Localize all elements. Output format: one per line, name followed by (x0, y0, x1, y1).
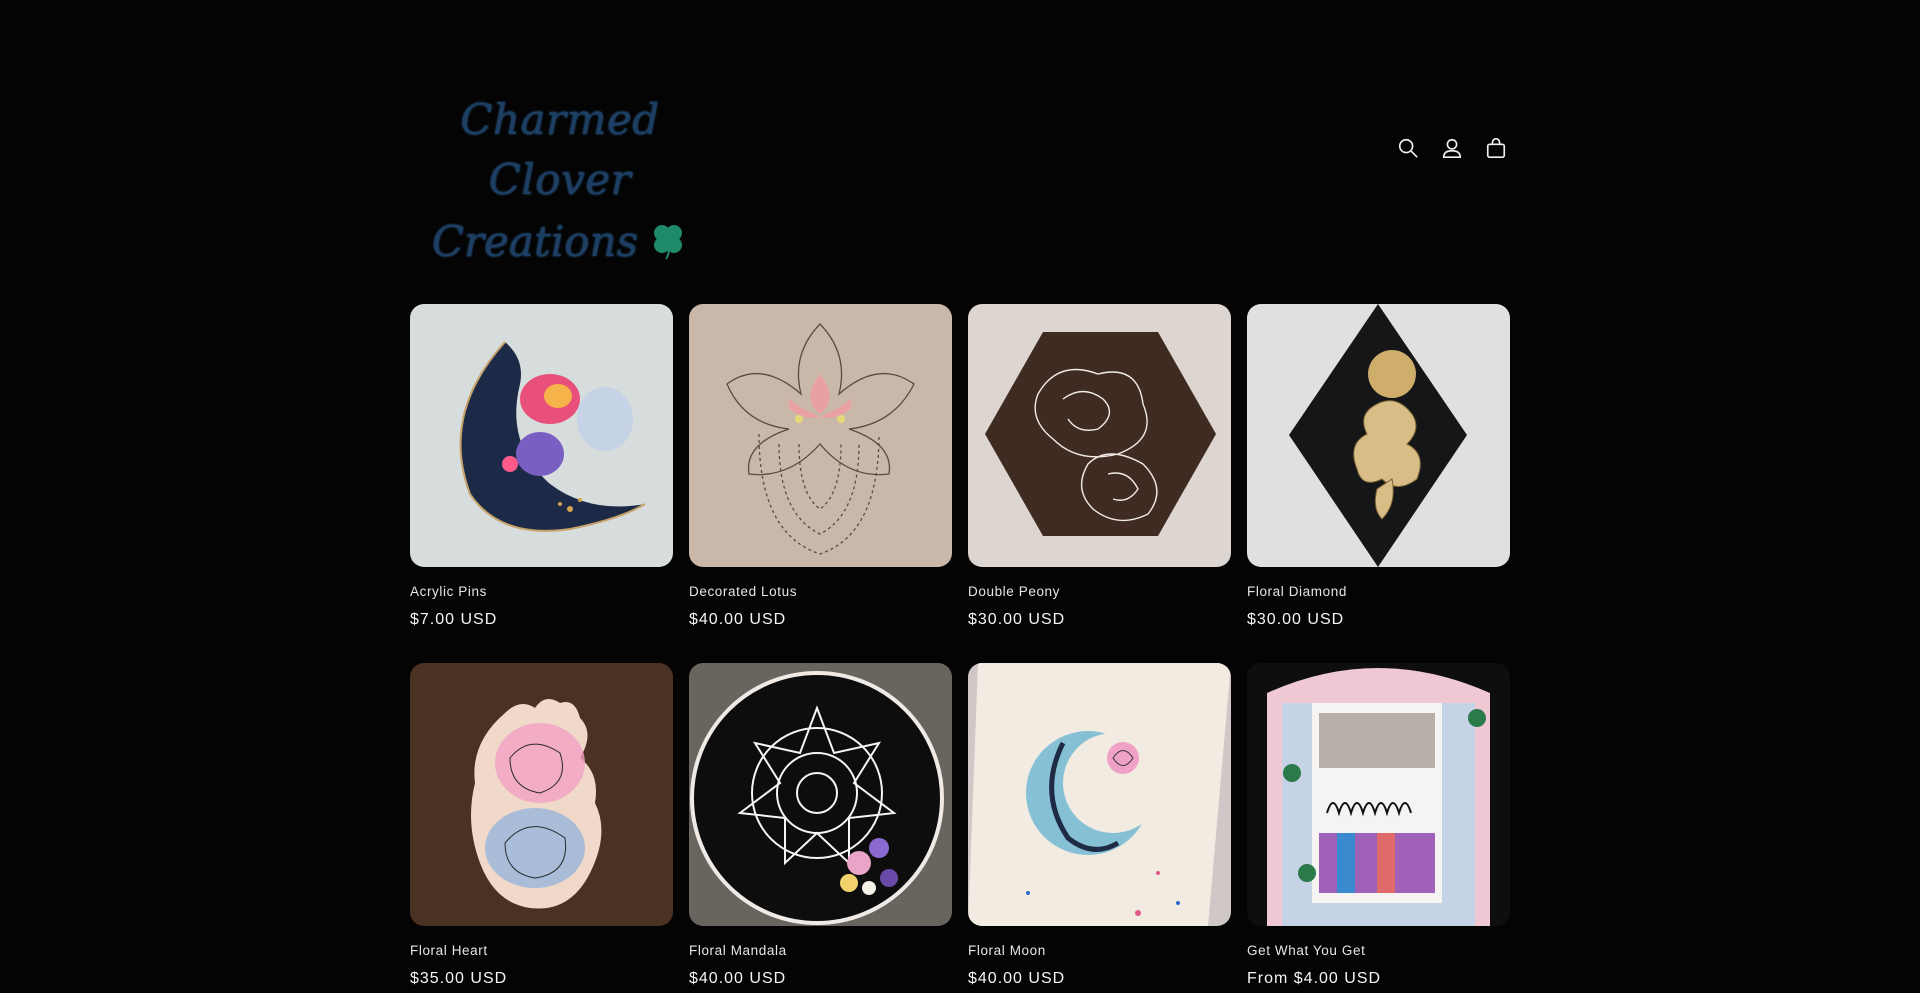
product-price: $40.00 USD (689, 970, 787, 987)
product-title[interactable]: Acrylic Pins (410, 584, 673, 600)
peony-hexagon-image (968, 304, 1231, 567)
product-card[interactable]: Decorated Lotus $40.00 USD (689, 304, 952, 629)
product-price: $7.00 USD (410, 611, 498, 628)
floral-diamond-image (1247, 304, 1510, 567)
mystery-cabinet-image (1247, 663, 1510, 926)
floral-mandala-image (689, 663, 952, 926)
product-image[interactable] (1247, 663, 1510, 926)
page: Charmed Clover Creations Acrylic Pins $7… (0, 0, 1920, 993)
product-card[interactable]: Floral Diamond $30.00 USD (1247, 304, 1510, 629)
logo-line-1: Charmed Clover (460, 95, 660, 204)
account-button[interactable] (1438, 134, 1466, 162)
product-price: $35.00 USD (410, 970, 508, 987)
logo-line-2-text: Creations (431, 217, 639, 266)
product-image[interactable] (410, 663, 673, 926)
product-card[interactable]: Double Peony $30.00 USD (968, 304, 1231, 629)
product-image[interactable] (410, 304, 673, 567)
product-image[interactable] (968, 663, 1231, 926)
site-header: Charmed Clover Creations (410, 90, 1510, 266)
clover-icon (654, 225, 683, 260)
cart-icon (1486, 138, 1506, 158)
product-card[interactable]: Floral Heart $35.00 USD (410, 663, 673, 988)
product-price: $30.00 USD (1247, 611, 1345, 628)
header-icons (1394, 134, 1510, 162)
product-title[interactable]: Decorated Lotus (689, 584, 952, 600)
product-card[interactable]: Acrylic Pins $7.00 USD (410, 304, 673, 629)
product-card[interactable]: Floral Mandala $40.00 USD (689, 663, 952, 988)
product-title[interactable]: Floral Moon (968, 943, 1231, 959)
product-title[interactable]: Get What You Get (1247, 943, 1510, 959)
search-button[interactable] (1394, 134, 1422, 162)
product-title[interactable]: Double Peony (968, 584, 1231, 600)
product-image[interactable] (689, 663, 952, 926)
account-icon (1442, 138, 1462, 158)
product-price: $30.00 USD (968, 611, 1066, 628)
product-title[interactable]: Floral Diamond (1247, 584, 1510, 600)
floral-moon-image (968, 663, 1231, 926)
store-logo[interactable]: Charmed Clover Creations (410, 90, 710, 266)
floral-heart-image (410, 663, 673, 926)
product-price: From $4.00 USD (1247, 970, 1382, 987)
lotus-drawing-image (689, 304, 952, 567)
logo-line-2: Creations (410, 210, 710, 274)
product-price: $40.00 USD (968, 970, 1066, 987)
product-image[interactable] (1247, 304, 1510, 567)
product-card[interactable]: Floral Moon $40.00 USD (968, 663, 1231, 988)
product-title[interactable]: Floral Heart (410, 943, 673, 959)
product-image[interactable] (968, 304, 1231, 567)
moon-tray-image (410, 304, 673, 567)
product-price: $40.00 USD (689, 611, 787, 628)
product-title[interactable]: Floral Mandala (689, 943, 952, 959)
product-image[interactable] (689, 304, 952, 567)
product-grid: Acrylic Pins $7.00 USD Decorated Lotus $… (410, 304, 1510, 988)
cart-button[interactable] (1482, 134, 1510, 162)
product-card[interactable]: Get What You Get From $4.00 USD (1247, 663, 1510, 988)
search-icon (1398, 138, 1418, 158)
